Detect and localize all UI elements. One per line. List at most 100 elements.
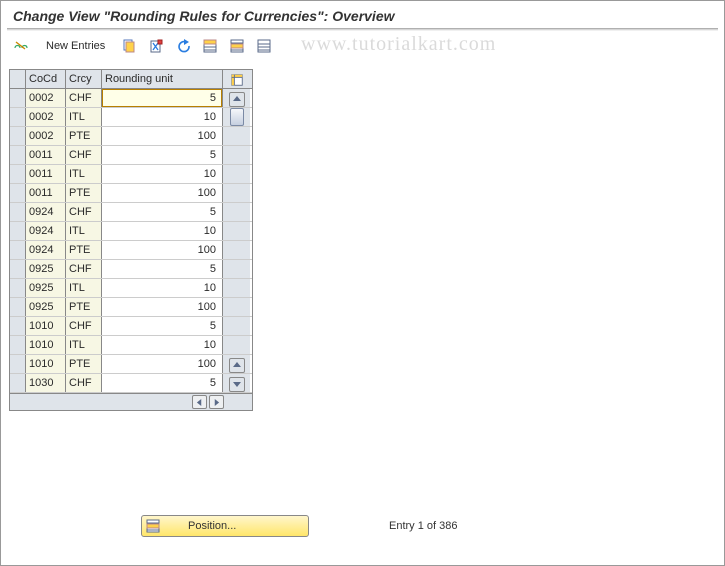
- cell-unit[interactable]: 5: [102, 146, 222, 164]
- cell-cocd[interactable]: 0924: [26, 241, 66, 259]
- cell-crcy[interactable]: ITL: [66, 165, 102, 183]
- table-row[interactable]: 1010PTE100: [10, 355, 252, 374]
- row-selector[interactable]: [10, 298, 26, 316]
- hscroll-right-button[interactable]: [209, 395, 224, 409]
- cell-crcy[interactable]: PTE: [66, 298, 102, 316]
- table-row[interactable]: 0002PTE100: [10, 127, 252, 146]
- cell-cocd[interactable]: 0924: [26, 222, 66, 240]
- toggle-change-button[interactable]: [9, 35, 33, 57]
- row-selector[interactable]: [10, 89, 26, 107]
- cell-cocd[interactable]: 0925: [26, 279, 66, 297]
- table-row[interactable]: 0011ITL10: [10, 165, 252, 184]
- table-row[interactable]: 0011CHF5: [10, 146, 252, 165]
- cell-cocd[interactable]: 0011: [26, 165, 66, 183]
- table-row[interactable]: 0925CHF5: [10, 260, 252, 279]
- cell-unit[interactable]: 100: [102, 241, 222, 259]
- cell-cocd[interactable]: 0925: [26, 260, 66, 278]
- cell-crcy[interactable]: ITL: [66, 222, 102, 240]
- cell-cocd[interactable]: 1010: [26, 336, 66, 354]
- table-row[interactable]: 0924ITL10: [10, 222, 252, 241]
- cell-unit[interactable]: 5: [102, 203, 222, 221]
- cell-cocd[interactable]: 0924: [26, 203, 66, 221]
- cell-cocd[interactable]: 0011: [26, 184, 66, 202]
- table-row[interactable]: 0925ITL10: [10, 279, 252, 298]
- row-selector[interactable]: [10, 146, 26, 164]
- cell-crcy[interactable]: PTE: [66, 241, 102, 259]
- row-selector[interactable]: [10, 279, 26, 297]
- cell-unit[interactable]: 100: [102, 355, 222, 373]
- cell-cocd[interactable]: 0002: [26, 108, 66, 126]
- position-button[interactable]: Position...: [141, 515, 309, 537]
- row-selector[interactable]: [10, 317, 26, 335]
- row-selector[interactable]: [10, 355, 26, 373]
- cell-unit[interactable]: 5: [102, 374, 222, 392]
- cell-crcy[interactable]: CHF: [66, 146, 102, 164]
- table-row[interactable]: 1010ITL10: [10, 336, 252, 355]
- table-row[interactable]: 0002CHF5: [10, 89, 252, 108]
- cell-crcy[interactable]: CHF: [66, 317, 102, 335]
- row-selector[interactable]: [10, 222, 26, 240]
- select-block-button[interactable]: [225, 35, 249, 57]
- cell-unit[interactable]: 100: [102, 184, 222, 202]
- new-entries-button[interactable]: New Entries: [39, 35, 114, 57]
- cell-unit[interactable]: 10: [102, 108, 222, 126]
- row-selector[interactable]: [10, 336, 26, 354]
- cell-cocd[interactable]: 1030: [26, 374, 66, 392]
- cell-unit[interactable]: 10: [102, 165, 222, 183]
- cell-unit[interactable]: 5: [102, 260, 222, 278]
- cell-crcy[interactable]: ITL: [66, 108, 102, 126]
- vscroll-thumb[interactable]: [230, 108, 244, 126]
- col-header-crcy[interactable]: Crcy: [66, 70, 102, 88]
- cell-cocd[interactable]: 1010: [26, 317, 66, 335]
- row-selector[interactable]: [10, 108, 26, 126]
- row-selector[interactable]: [10, 203, 26, 221]
- copy-as-button[interactable]: [117, 35, 141, 57]
- cell-crcy[interactable]: ITL: [66, 279, 102, 297]
- table-settings-button[interactable]: [222, 70, 250, 88]
- cell-cocd[interactable]: 0002: [26, 89, 66, 107]
- cell-cocd[interactable]: 0011: [26, 146, 66, 164]
- table-row[interactable]: 0002ITL10: [10, 108, 252, 127]
- vscroll-up2-button[interactable]: [229, 358, 245, 373]
- delete-button[interactable]: [144, 35, 168, 57]
- cell-unit[interactable]: 5: [102, 317, 222, 335]
- col-header-selector[interactable]: [10, 70, 26, 88]
- cell-crcy[interactable]: CHF: [66, 260, 102, 278]
- hscroll-left-button[interactable]: [192, 395, 207, 409]
- row-selector[interactable]: [10, 184, 26, 202]
- cell-crcy[interactable]: CHF: [66, 203, 102, 221]
- cell-unit[interactable]: 10: [102, 279, 222, 297]
- table-row[interactable]: 0924CHF5: [10, 203, 252, 222]
- cell-unit[interactable]: 10: [102, 336, 222, 354]
- cell-crcy[interactable]: PTE: [66, 184, 102, 202]
- table-row[interactable]: 0924PTE100: [10, 241, 252, 260]
- row-selector[interactable]: [10, 241, 26, 259]
- row-selector[interactable]: [10, 165, 26, 183]
- table-row[interactable]: 0011PTE100: [10, 184, 252, 203]
- cell-cocd[interactable]: 0002: [26, 127, 66, 145]
- table-row[interactable]: 1030CHF5: [10, 374, 252, 393]
- cell-crcy[interactable]: CHF: [66, 374, 102, 392]
- cell-crcy[interactable]: CHF: [66, 89, 102, 107]
- table-row[interactable]: 0925PTE100: [10, 298, 252, 317]
- deselect-all-button[interactable]: [252, 35, 276, 57]
- cell-unit[interactable]: 100: [102, 298, 222, 316]
- cell-cocd[interactable]: 1010: [26, 355, 66, 373]
- row-selector[interactable]: [10, 374, 26, 392]
- cell-unit[interactable]: 5: [102, 89, 222, 107]
- row-selector[interactable]: [10, 127, 26, 145]
- undo-button[interactable]: [171, 35, 195, 57]
- cell-unit[interactable]: 10: [102, 222, 222, 240]
- cell-cocd[interactable]: 0925: [26, 298, 66, 316]
- col-header-cocd[interactable]: CoCd: [26, 70, 66, 88]
- cell-crcy[interactable]: PTE: [66, 355, 102, 373]
- col-header-unit[interactable]: Rounding unit: [102, 70, 222, 88]
- table-row[interactable]: 1010CHF5: [10, 317, 252, 336]
- cell-crcy[interactable]: PTE: [66, 127, 102, 145]
- vscroll-down-button[interactable]: [229, 377, 245, 392]
- vscroll-up-button[interactable]: [229, 92, 245, 107]
- cell-unit[interactable]: 100: [102, 127, 222, 145]
- select-all-button[interactable]: [198, 35, 222, 57]
- cell-crcy[interactable]: ITL: [66, 336, 102, 354]
- row-selector[interactable]: [10, 260, 26, 278]
